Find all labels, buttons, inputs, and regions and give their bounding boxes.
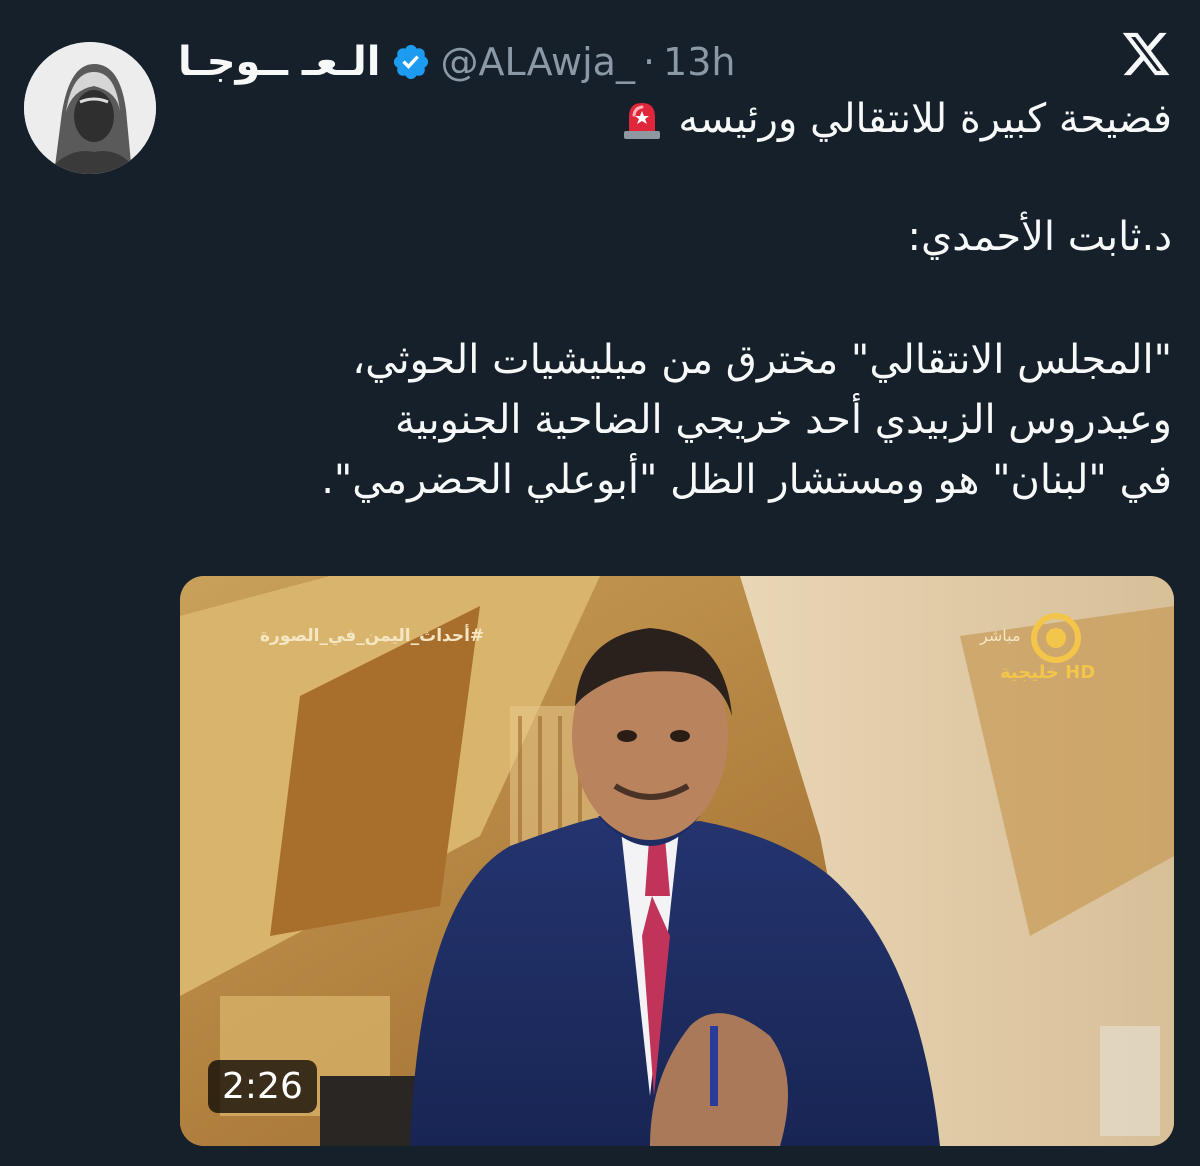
verified-badge-icon [393,44,428,80]
display-name[interactable]: الـعـ ــوجـا [178,39,381,85]
separator-dot: · [642,40,656,84]
quote-line-3: في "لبنان" هو ومستشار الظل "أبوعلي الحضر… [321,457,1172,503]
tweet-text-line-2: د.ثابت الأحمدي: [907,214,1172,260]
x-logo-icon[interactable] [1120,28,1172,80]
avatar[interactable] [24,42,156,174]
quote-line-1: "المجلس الانتقالي" مخترق من ميليشيات الح… [352,337,1172,383]
live-badge: مباشر [980,626,1021,645]
user-handle[interactable]: @ALAwja_ [441,40,635,84]
tweet-card: الـعـ ــوجـا @ALAwja_ · 13h فضيحة كبيرة … [0,0,1200,1166]
channel-logo-icon [1031,613,1081,663]
tweet-quote-paragraph: "المجلس الانتقالي" مخترق من ميليشيات الح… [321,330,1172,510]
rotating-light-icon [624,103,661,139]
video-duration: 2:26 [208,1060,317,1113]
tweet-headline: فضيحة كبيرة للانتقالي ورئيسه [678,96,1172,142]
timestamp[interactable]: 13h [663,40,735,84]
quote-line-2: وعيدروس الزبيدي أحد خريجي الضاحية الجنوب… [394,397,1172,443]
avatar-image [24,42,156,174]
hashtag-overlay: #أحداث_اليمن_في_الصورة [260,626,485,646]
channel-name: خليجية HD [1000,662,1096,683]
tweet-header: الـعـ ــوجـا @ALAwja_ · 13h [178,34,735,90]
video-player[interactable]: #أحداث_اليمن_في_الصورة مباشر خليجية HD 2… [180,576,1174,1146]
tweet-text-line-1: فضيحة كبيرة للانتقالي ورئيسه [620,96,1172,142]
